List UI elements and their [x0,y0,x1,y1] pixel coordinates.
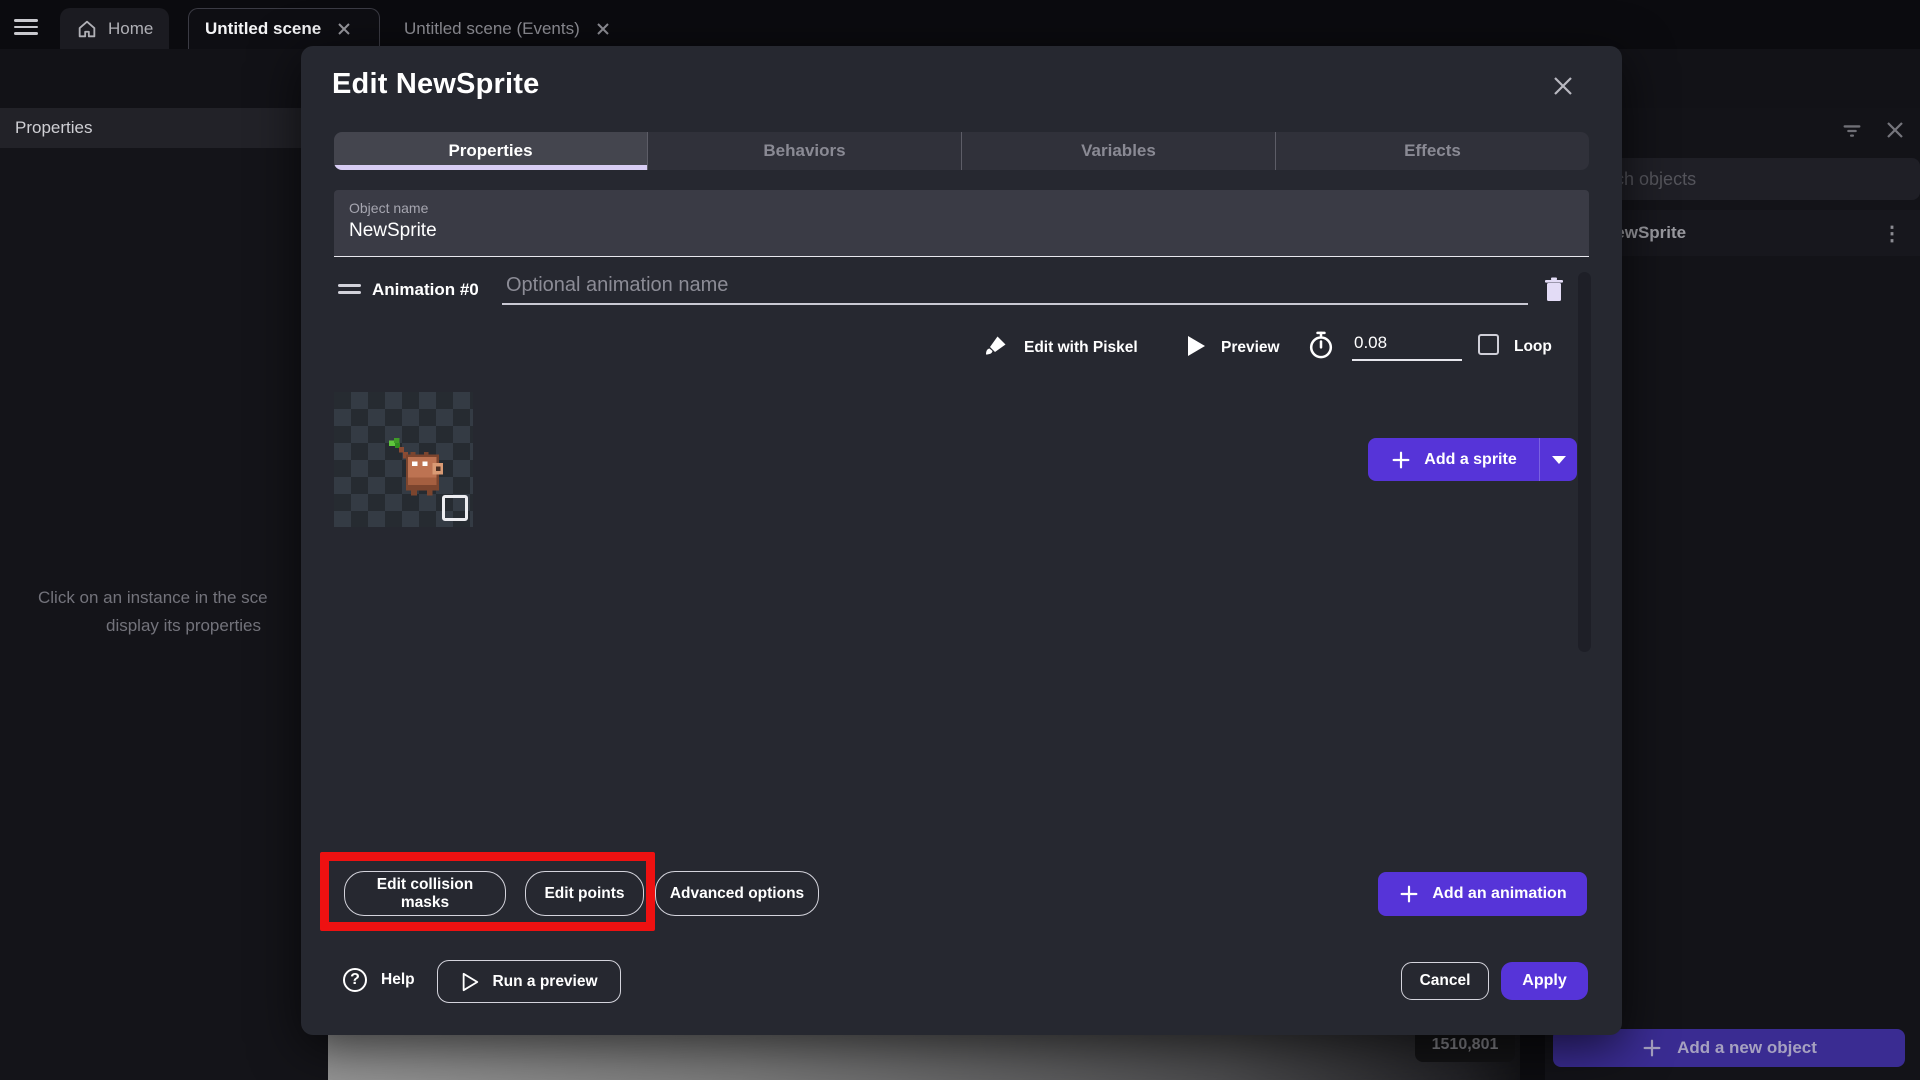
advanced-options-button[interactable]: Advanced options [655,871,819,916]
close-tab-icon[interactable] [596,22,610,36]
plus-icon [1400,885,1418,903]
scene-canvas-edge [328,1035,1520,1080]
apply-button[interactable]: Apply [1501,962,1588,1000]
help-label: Help [381,971,415,988]
loop-label: Loop [1514,338,1552,355]
dialog-title: Edit NewSprite [332,68,540,100]
dialog-tab-bar: Properties Behaviors Variables Effects [334,132,1589,170]
properties-empty-message-line2: display its properties [106,616,261,635]
tab-scene-label: Untitled scene [205,19,322,38]
sprite-select-checkbox[interactable] [442,495,468,521]
object-name-field[interactable]: Object name [334,190,1589,257]
close-tab-icon[interactable] [337,22,351,36]
brush-icon [984,334,1008,358]
filter-icon[interactable] [1841,120,1863,142]
tab-home-label: Home [108,18,154,38]
tab-untitled-scene-events[interactable]: Untitled scene (Events) [388,8,626,49]
add-sprite-split-button: Add a sprite [1368,438,1577,481]
cancel-button[interactable]: Cancel [1401,962,1489,1000]
help-icon: ? [343,968,367,992]
edit-points-button[interactable]: Edit points [525,871,644,916]
play-outline-icon [463,972,479,991]
app-window: Home Untitled scene Untitled scene (Even… [0,0,1920,1080]
run-preview-button[interactable]: Run a preview [437,960,621,1003]
tab-behaviors[interactable]: Behaviors [647,132,961,170]
preview-button[interactable]: Preview [1215,338,1286,358]
edit-with-piskel-button[interactable]: Edit with Piskel [1018,338,1144,358]
item-menu-icon[interactable]: ⋮ [1882,221,1902,246]
properties-panel-title: Properties [15,118,93,137]
loop-checkbox[interactable] [1478,334,1499,355]
plus-icon [1392,451,1410,468]
tab-effects[interactable]: Effects [1275,132,1589,170]
pig-sprite-image [388,437,443,496]
object-name-input[interactable] [349,216,1574,242]
stopwatch-icon [1307,330,1335,360]
edit-collision-masks-button[interactable]: Edit collision masks [344,871,506,916]
drag-handle-icon[interactable] [338,280,361,298]
plus-icon [1643,1039,1661,1057]
properties-panel-header: Properties [0,108,328,148]
home-icon [76,18,98,40]
add-sprite-button[interactable]: Add a sprite [1368,438,1539,481]
object-name-label: Object name [349,200,429,216]
top-bar: Home Untitled scene Untitled scene (Even… [0,0,1920,49]
dialog-scrollbar[interactable] [1578,272,1591,652]
hamburger-menu-icon[interactable] [14,15,38,39]
tab-home[interactable]: Home [60,8,170,49]
delete-animation-icon[interactable] [1542,276,1566,304]
tab-events-label: Untitled scene (Events) [404,18,580,38]
close-panel-icon[interactable] [1885,120,1905,140]
dialog-close-icon[interactable] [1551,74,1575,98]
tab-untitled-scene[interactable]: Untitled scene [188,8,380,49]
edit-sprite-dialog: Edit NewSprite Properties Behaviors Vari… [301,46,1622,1035]
add-animation-button[interactable]: Add an animation [1378,872,1587,916]
add-sprite-dropdown-arrow[interactable] [1539,438,1577,481]
animation-name-input[interactable] [502,274,1528,305]
tab-properties[interactable]: Properties [334,132,647,170]
help-button[interactable]: ? Help [343,968,415,992]
play-icon [1186,335,1206,357]
properties-panel: Properties Click on an instance in the s… [0,108,328,1080]
animation-label: Animation #0 [372,280,479,299]
frame-duration-input[interactable] [1352,333,1462,361]
sprite-thumbnail[interactable] [334,392,473,527]
tab-variables[interactable]: Variables [961,132,1275,170]
